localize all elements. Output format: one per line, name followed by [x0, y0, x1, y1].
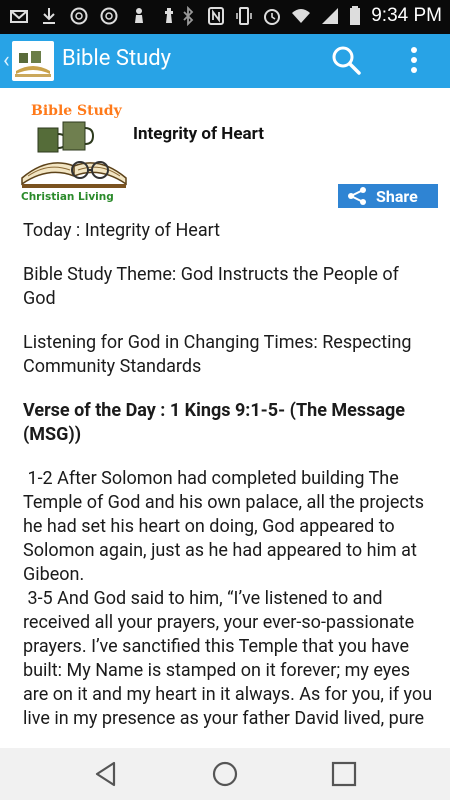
paragraph-verse-title: Verse of the Day : 1 Kings 9:1-5- (The M… — [23, 400, 405, 445]
status-time: 9:34 PM — [371, 5, 442, 26]
share-icon — [348, 187, 366, 205]
share-button[interactable]: Share — [338, 184, 438, 208]
wifi-icon — [292, 9, 311, 23]
overflow-menu-icon[interactable] — [404, 44, 424, 78]
app-bar: ‹ Bible Study — [0, 34, 450, 88]
signal-icon — [322, 8, 339, 24]
back-chevron-icon[interactable]: ‹ — [3, 48, 10, 73]
home-circle-icon[interactable] — [211, 760, 239, 788]
navigation-bar — [0, 748, 450, 800]
nfc-icon — [208, 7, 225, 25]
voicemail-icon-2 — [100, 7, 118, 25]
svg-text:Christian Living: Christian Living — [21, 191, 114, 202]
paragraph-theme: Bible Study Theme: God Instructs the Peo… — [23, 264, 399, 309]
app-logo[interactable] — [12, 41, 54, 81]
voicemail-icon — [70, 7, 88, 25]
status-bar: 9:34 PM — [0, 0, 450, 34]
recents-square-icon[interactable] — [330, 760, 358, 788]
paragraph-today: Today : Integrity of Heart — [23, 220, 221, 241]
battery-icon — [350, 6, 361, 25]
article-heading: Integrity of Heart — [133, 124, 264, 144]
vibrate-icon — [236, 7, 252, 25]
app-title: Bible Study — [62, 46, 172, 71]
alarm-icon — [264, 9, 281, 25]
share-label: Share — [376, 186, 418, 206]
chess-pawn-icon — [135, 8, 143, 23]
chess-piece-icon — [165, 8, 173, 23]
article-logo: Bible Study Christian Living — [18, 96, 130, 203]
article-content: Bible Study Christian Living Integrity o… — [0, 88, 450, 748]
svg-text:Bible Study: Bible Study — [31, 103, 123, 119]
gmail-icon — [10, 10, 28, 23]
bluetooth-icon — [183, 6, 194, 26]
download-icon — [43, 8, 55, 24]
search-icon[interactable] — [330, 44, 362, 76]
paragraph-verse-text: 1-2 After Solomon had completed building… — [23, 468, 433, 729]
back-triangle-icon[interactable] — [92, 760, 120, 788]
paragraph-subtitle: Listening for God in Changing Times: Res… — [23, 332, 412, 377]
